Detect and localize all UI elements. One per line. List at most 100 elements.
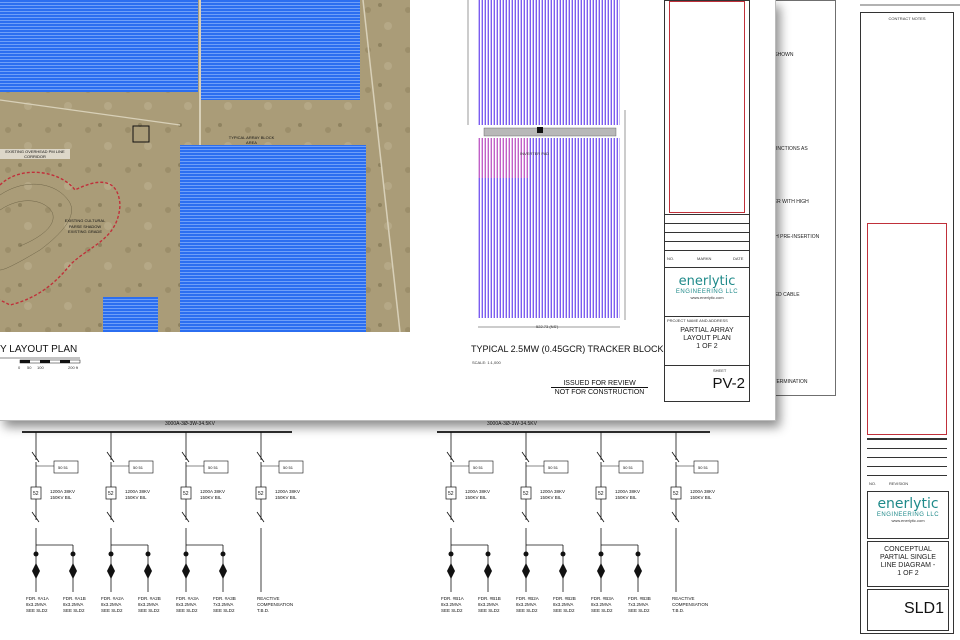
feeder-name: FDR. #B1A (441, 596, 464, 601)
sld-title-line-3: LINE DIAGRAM - (880, 562, 936, 569)
disconnect-switch-2 (256, 511, 265, 523)
left-breaker-4: 50 51 52 1200A 38KV150KV BIL REACTIVECOMPEN… (255, 432, 304, 613)
breaker-id: 52 (108, 491, 114, 497)
sld-sheet-box: SLD1 (867, 589, 949, 631)
inverter-pad (483, 127, 617, 137)
feeder-ref: SEE SLD2 (628, 608, 650, 613)
rev-no-label: NO. (869, 481, 877, 486)
feeder-size: COMPENSATION (672, 602, 708, 607)
relay-label: 50 51 (208, 465, 219, 470)
fuse-symbol (32, 563, 40, 579)
disconnect-switch-2 (446, 511, 455, 523)
breaker-rating-2: 150KV BIL (125, 495, 147, 500)
relay-label: 50 51 (283, 465, 294, 470)
feeder-size: COMPENSATION (257, 602, 293, 607)
array-layout-sheet: EXISTING OVERHEAD PM LINE CORRIDOR TYPIC… (0, 0, 776, 421)
layout-drawing-title: PROJECT NAME AND ADDRESS PARTIAL ARRAY L… (665, 316, 749, 364)
breaker-rating-1: 1200A 38KV (615, 489, 640, 494)
breaker-id: 52 (33, 491, 39, 497)
breaker-rating-2: 150KV BIL (200, 495, 222, 500)
fuse-symbol (69, 563, 77, 579)
sld-revision-table: NO. REVISION (867, 438, 947, 489)
left-breaker-2: 50 5152 1200A 38KV150KV BILFDR. #A2A8x3.2… (101, 432, 161, 613)
sld-sheet-number: SLD1 (903, 600, 944, 617)
layout-logo-url: www.enerlytic.com (690, 295, 724, 300)
array-block-ne (200, 0, 360, 100)
layout-title-block: NO. MARKN DATE enerlytic ENGINEERING LLC… (664, 0, 750, 402)
layout-title-line-2: LAYOUT PLAN (683, 335, 731, 342)
disconnect-switch (31, 451, 40, 463)
array-block-s (103, 297, 158, 332)
sld-title-block: CONTRACT NOTES NO. REVISION enerlytic EN… (860, 12, 954, 634)
feeder-node (598, 551, 604, 557)
layout-title-line-3: 1 OF 2 (696, 343, 718, 350)
feeder-ref: SEE SLD2 (213, 608, 235, 613)
feeder-ref: SEE SLD2 (441, 608, 463, 613)
feeder-name: FDR. #A2B (138, 596, 161, 601)
fuse-symbol (634, 563, 642, 579)
feeder-size: 8x3.2MVA (553, 602, 573, 607)
tracker-dim-bottom: 522.73 (NS') (536, 324, 559, 329)
sld-title-line-4: 1 OF 2 (897, 570, 919, 577)
bus-left-label: 3000A-3Ø-3W-34.5KV (165, 421, 215, 427)
left-breaker-3: 50 51 52 1200A 38KV150KV BIL FDR. #A3A8x3.2… (176, 432, 236, 613)
disconnect-switch (521, 451, 530, 463)
layout-revision-table: NO. MARKN DATE (665, 214, 749, 264)
disconnect-switch (671, 451, 680, 463)
layout-logo-main: enerlytic (678, 274, 736, 289)
feeder-ref: SEE SLD2 (553, 608, 575, 613)
fuse-symbol (182, 563, 190, 579)
relay-label: 50 51 (473, 465, 484, 470)
issued-for-review: ISSUED FOR REVIEW (551, 380, 648, 388)
rev-no: NO. (667, 256, 675, 261)
sld-logo-url: www.enerlytic.com (891, 518, 925, 523)
feeder-name: REACTIVE (672, 596, 695, 601)
disconnect-switch-2 (181, 511, 190, 523)
disconnect-switch-2 (31, 511, 40, 523)
breaker-rating-1: 1200A 38KV (200, 489, 225, 494)
disconnect-switch (181, 451, 190, 463)
disconnect-switch-2 (106, 511, 115, 523)
feeder-ref: SEE SLD2 (63, 608, 85, 613)
feeder-node (220, 551, 226, 557)
feeder-node (70, 551, 76, 557)
rev-date: DATE (733, 256, 744, 261)
feeder-name: FDR. #A2A (101, 596, 124, 601)
not-for-construction: NOT FOR CONSTRUCTION (554, 389, 645, 396)
feeder-node (635, 551, 641, 557)
relay-label: 50 51 (548, 465, 559, 470)
breakers-left: 50 5152 1200A 38KV150KV BILFDR. #A1A8x3.2… (26, 432, 304, 613)
breaker-id: 52 (183, 491, 189, 497)
tracker-scale: SCALE: 1:1,000 (472, 360, 501, 365)
breaker-rating-1: 1200A 38KV (540, 489, 565, 494)
sld-drawing-title: CONCEPTUAL PARTIAL SINGLE LINE DIAGRAM -… (867, 541, 949, 587)
feeder-size: 8x3.2MVA (441, 602, 461, 607)
breaker-rating-1: 1200A 38KV (690, 489, 715, 494)
feeder-size: 8x3.2MVA (101, 602, 121, 607)
sld-title-line-2: PARTIAL SINGLE (880, 554, 936, 561)
feeder-ref: SEE SLD2 (176, 608, 198, 613)
breakers-right: 50 5152 1200A 38KV150KV BILFDR. #B1A8x3.2… (441, 432, 719, 613)
array-block-se (180, 145, 366, 332)
disconnect-switch (106, 451, 115, 463)
feeder-name: FDR. #A1B (63, 596, 86, 601)
breaker-rating-2: 150KV BIL (465, 495, 487, 500)
scale-50: 50 (27, 365, 32, 370)
layout-plan-title: Y LAYOUT PLAN (0, 344, 78, 355)
feeder-name: REACTIVE (257, 596, 280, 601)
feeder-ref: SEE SLD2 (26, 608, 48, 613)
breaker-rating-1: 1200A 38KV (50, 489, 75, 494)
feeder-size: 8x3.2MVA (63, 602, 83, 607)
rev-label: REVISION (889, 481, 909, 486)
breaker-rating-1: 1200A 38KV (125, 489, 150, 494)
breaker-id: 52 (523, 491, 529, 497)
fuse-symbol (522, 563, 530, 579)
feeder-ref: SEE SLD2 (591, 608, 613, 613)
bus-right-label: 3000A-3Ø-3W-34.5KV (487, 421, 537, 427)
right-breaker-2: 50 5152 1200A 38KV150KV BILFDR. #B2A8x3.2… (516, 432, 576, 613)
disconnect-switch-2 (596, 511, 605, 523)
breaker-id: 52 (598, 491, 604, 497)
map-label-4: EXISTING CULTURAL (64, 218, 106, 223)
feeder-node (183, 551, 189, 557)
breaker-rating-2: 150KV BIL (50, 495, 72, 500)
